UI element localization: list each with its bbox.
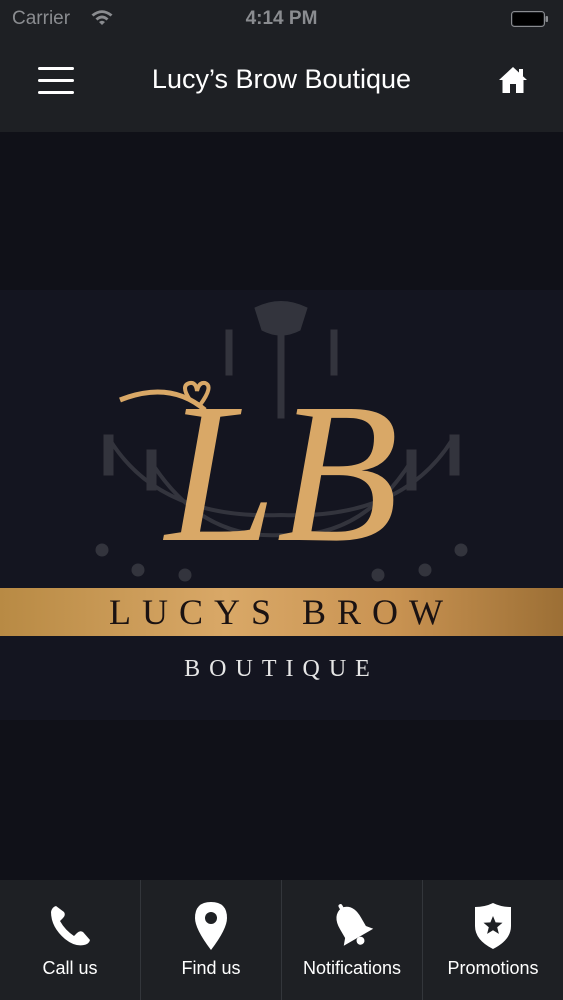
battery-icon xyxy=(511,11,548,27)
logo-title: LUCYS BROW xyxy=(108,592,455,632)
tab-label-call-us: Call us xyxy=(42,958,98,978)
tab-call-us[interactable]: Call us xyxy=(0,880,140,1000)
navigation-bar: Lucy’s Brow Boutique xyxy=(0,38,563,132)
status-time: 4:14 PM xyxy=(245,8,318,29)
tab-promotions[interactable]: Promotions xyxy=(422,880,563,1000)
page-title: Lucy’s Brow Boutique xyxy=(151,64,412,94)
lb-monogram: LB xyxy=(162,363,398,584)
logo-subtitle: BOUTIQUE xyxy=(184,656,379,682)
location-pin-icon xyxy=(195,902,227,950)
tab-label-promotions: Promotions xyxy=(447,958,539,978)
phone-icon xyxy=(51,906,90,946)
bottom-tab-bar: Call us Find us Notifications Promotions xyxy=(0,880,563,1000)
home-icon[interactable] xyxy=(497,64,529,96)
tab-find-us[interactable]: Find us xyxy=(140,880,281,1000)
status-bar: Carrier 4:14 PM xyxy=(0,0,563,38)
tab-notifications[interactable]: Notifications xyxy=(281,880,422,1000)
logo-gold-banner: LUCYS BROW xyxy=(0,588,563,636)
tab-label-find-us: Find us xyxy=(181,958,241,978)
tab-label-notifications: Notifications xyxy=(302,958,402,978)
bell-icon xyxy=(336,904,374,946)
star-badge-icon xyxy=(475,903,511,949)
main-content: LB LUCYS BROW BOUTIQUE xyxy=(0,132,563,880)
